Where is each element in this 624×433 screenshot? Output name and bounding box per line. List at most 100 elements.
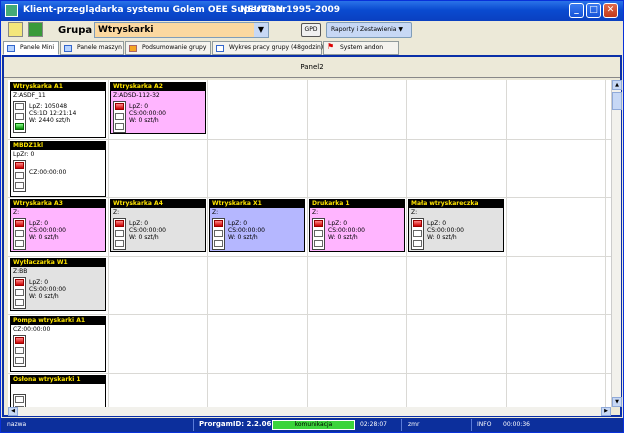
lamp-segment <box>314 220 323 227</box>
tab-label: Panele Mini <box>20 44 55 51</box>
order-label: LpZr: 0 <box>13 151 35 158</box>
app-icon <box>5 4 18 17</box>
lamp-segment <box>214 230 223 237</box>
vertical-scrollbar[interactable]: ▲ ▼ <box>611 80 622 407</box>
machine-name: Wtryskarka X1 <box>210 200 304 208</box>
scroll-thumb[interactable] <box>612 92 622 110</box>
status-lamp-icon <box>13 218 26 250</box>
panel-container: Panel2 Wtryskarka A1 Z:ASDF_11 LpZ: 105048… <box>2 55 622 417</box>
tab-wykres-pracy[interactable]: Wykres pracy grupy (48godzin) <box>212 41 324 55</box>
machine-card[interactable]: Wytłaczarka W1 Z:BB LpZ: 0 CS:00:00:00 W: 0 … <box>10 258 106 311</box>
lamp-segment <box>15 182 24 189</box>
lamp-segment <box>413 220 422 227</box>
grupa-select[interactable]: Wtryskarki ▼ <box>94 22 269 38</box>
order-label: CZ:00:00:00 <box>13 326 51 333</box>
status-time-2: 00:00:36 <box>503 421 530 428</box>
lamp-segment <box>115 123 124 130</box>
machine-stat: LpZ: 105048 <box>29 103 68 110</box>
grid-line <box>506 80 507 407</box>
lamp-segment <box>15 240 24 247</box>
lamp-segment <box>314 240 323 247</box>
machine-stat: CS:00:00:00 <box>228 227 265 234</box>
machine-stat: LpZ: 0 <box>328 220 348 227</box>
status-separator <box>401 419 402 431</box>
horizontal-scrollbar[interactable]: ◀ ▶ <box>8 407 611 416</box>
edit-icon[interactable] <box>8 22 23 37</box>
order-label: Z: <box>113 209 120 216</box>
machine-card[interactable]: Wtryskarka X1 Z: LpZ: 0 CS:00:00:00 W: 0 szt… <box>209 199 305 252</box>
grid-line <box>108 80 109 407</box>
lamp-segment <box>15 396 24 403</box>
machine-stat: CS:1D 12:21:14 <box>29 110 77 117</box>
grid-icon[interactable] <box>28 22 43 37</box>
machine-name: Wtryskarka A3 <box>11 200 105 208</box>
machine-stat: LpZ: 0 <box>228 220 248 227</box>
machine-stat: CS:00:00:00 <box>29 286 66 293</box>
status-lamp-icon <box>13 394 26 407</box>
machine-stat: W: 0 szt/h <box>129 234 159 241</box>
machine-stat: W: 0 szt/h <box>228 234 258 241</box>
minimize-button[interactable]: _ <box>569 3 584 18</box>
grid-line <box>406 80 407 407</box>
lamp-segment <box>15 220 24 227</box>
machine-stat: CS:00:00:00 <box>427 227 464 234</box>
machine-name: Osłona wtryskarki 1 <box>11 376 105 384</box>
tab-panele-mini[interactable]: Panele Mini <box>3 41 59 55</box>
machine-stat: CS:00:00:00 <box>129 110 166 117</box>
gpd-button[interactable]: GPD <box>301 23 321 37</box>
scroll-down-icon[interactable]: ▼ <box>612 397 622 407</box>
grid-line <box>307 80 308 407</box>
flag-icon: ⚑ <box>327 42 335 51</box>
tab-label: Panele maszyn <box>77 44 122 51</box>
lamp-segment <box>15 299 24 306</box>
machine-card[interactable]: Mała wtryskareczka Z: LpZ: 0 CS:00:00:00 W: … <box>408 199 504 252</box>
status-lamp-icon <box>212 218 225 250</box>
machine-card[interactable]: Wtryskarka A4 Z: LpZ: 0 CS:00:00:00 W: 0 szt… <box>110 199 206 252</box>
tab-label: Wykres pracy grupy (48godzin) <box>229 44 324 51</box>
scroll-up-icon[interactable]: ▲ <box>612 80 622 90</box>
order-label: Z:ASDF_11 <box>13 92 46 99</box>
title-bar[interactable]: Klient-przeglądarka systemu Golem OEE Su… <box>1 1 623 21</box>
raporty-button[interactable]: Raporty i Zestawienia ▼ <box>326 22 412 38</box>
machine-stat: LpZ: 0 <box>29 279 49 286</box>
machine-card[interactable]: Pompa wtryskarki A1 CZ:00:00:00 <box>10 316 106 372</box>
lamp-segment <box>115 103 124 110</box>
order-label: Z: <box>212 209 219 216</box>
scroll-right-icon[interactable]: ▶ <box>601 407 611 416</box>
status-lamp-icon <box>13 101 26 133</box>
tab-system-andon[interactable]: ⚑ System andon <box>323 41 399 55</box>
order-label: Z:ADSD-112-32 <box>113 92 160 99</box>
toolbar: Grupa Wtryskarki ▼ GPD Raporty i Zestawi… <box>1 21 623 41</box>
machine-card[interactable]: Osłona wtryskarki 1 <box>10 375 106 407</box>
machine-stat: LpZ: 0 <box>129 220 149 227</box>
machine-stat: W: 2440 szt/h <box>29 117 71 124</box>
lamp-segment <box>15 357 24 364</box>
machine-card[interactable]: Wtryskarka A2 Z:ADSD-112-32 LpZ: 0 CS:00:00… <box>110 82 206 134</box>
status-lamp-icon <box>13 335 26 367</box>
machine-name: Wtryskarka A1 <box>11 83 105 91</box>
window-subtitle: NEURON 1995-2009 <box>240 5 341 15</box>
lamp-segment <box>15 289 24 296</box>
close-button[interactable]: ✕ <box>603 3 618 18</box>
machine-card[interactable]: Wtryskarka A1 Z:ASDF_11 LpZ: 105048 CS:1D 1… <box>10 82 106 138</box>
chevron-down-icon[interactable]: ▼ <box>254 23 268 37</box>
machine-card[interactable]: MBDZ1kl LpZr: 0 CZ:00:00:00 <box>10 141 106 197</box>
tab-podsumowanie-grupy[interactable]: Podsumowanie grupy <box>125 41 211 55</box>
grupa-value: Wtryskarki <box>98 25 154 35</box>
grid-line <box>8 139 611 140</box>
machine-card[interactable]: Drukarka 1 Z: LpZ: 0 CS:00:00:00 W: 0 szt/h <box>309 199 405 252</box>
lamp-segment <box>214 220 223 227</box>
order-label: Z: <box>13 209 20 216</box>
lamp-segment <box>214 240 223 247</box>
lamp-segment <box>15 347 24 354</box>
tab-panele-maszyn[interactable]: Panele maszyn <box>60 41 124 55</box>
lamp-segment <box>15 172 24 179</box>
maximize-button[interactable]: □ <box>586 3 601 18</box>
machine-stat: CS:00:00:00 <box>29 227 66 234</box>
machine-card[interactable]: Wtryskarka A3 Z: LpZ: 0 CS:00:00:00 W: 0 szt… <box>10 199 106 252</box>
machine-name: Drukarka 1 <box>310 200 404 208</box>
lamp-segment <box>115 240 124 247</box>
status-lamp-icon <box>13 160 26 192</box>
status-bar: nazwa ProrgamID: 2.2.06 komunikacja 02:2… <box>1 418 623 432</box>
scroll-left-icon[interactable]: ◀ <box>8 407 18 416</box>
